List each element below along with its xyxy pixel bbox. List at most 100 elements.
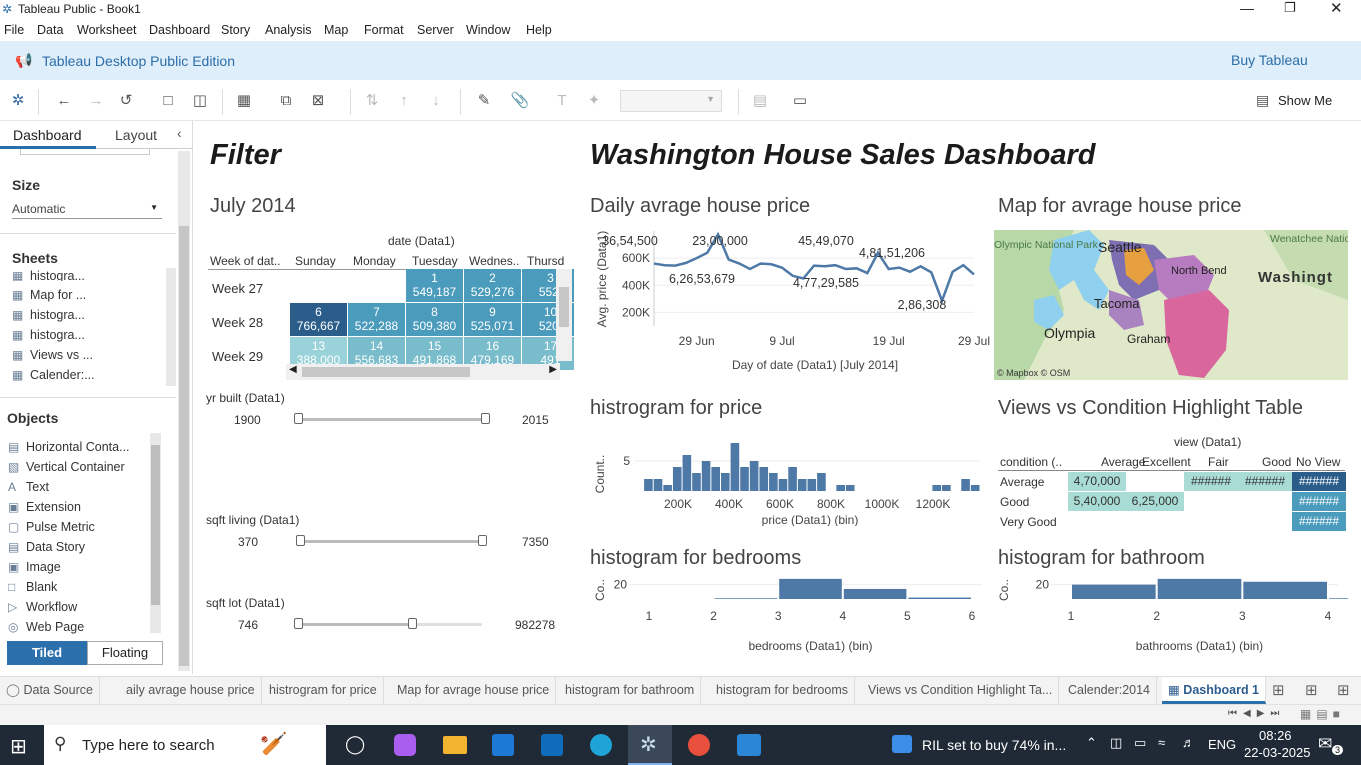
task-view-icon[interactable]: ◯	[345, 734, 365, 755]
object-web-page[interactable]: ◎ Web Page	[8, 620, 84, 638]
bedrooms-histogram[interactable]: 1 2 3 4 5 6 20 Co.. bedrooms (Data1) (bin)	[590, 576, 990, 656]
slider-max-handle[interactable]	[481, 413, 490, 424]
calendar-cell[interactable]: 8 509,380	[406, 303, 464, 337]
menu-format[interactable]: Format	[364, 23, 404, 37]
object-pulse-metric[interactable]: ▢ Pulse Metric	[8, 520, 95, 538]
copilot-icon[interactable]	[394, 734, 416, 756]
menu-analysis[interactable]: Analysis	[265, 23, 312, 37]
highlight-table[interactable]: view (Data1) condition (.. Average Excel…	[998, 426, 1348, 536]
news-ticker[interactable]: RIL set to buy 74% in...	[922, 737, 1066, 753]
calendar-cell[interactable]: 1 549,187	[406, 269, 464, 303]
tab-data-source[interactable]: ◯ Data Source	[0, 677, 100, 704]
object-horizontal-container[interactable]: ▤ Horizontal Conta...	[8, 440, 130, 458]
slider-max-handle[interactable]	[478, 535, 487, 546]
object-image[interactable]: ▣ Image	[8, 560, 61, 578]
highlight-cell[interactable]: ######	[1292, 492, 1346, 511]
outlook-icon[interactable]	[541, 734, 563, 756]
swap-icon[interactable]: ⇅	[362, 91, 382, 111]
range-slider[interactable]	[298, 418, 486, 421]
menu-help[interactable]: Help	[526, 23, 552, 37]
object-text[interactable]: A Text	[8, 480, 49, 498]
menu-story[interactable]: Story	[221, 23, 250, 37]
sheet-item[interactable]: ▦ Views vs ...	[12, 348, 93, 366]
highlight-cell[interactable]: ######	[1184, 472, 1238, 491]
slider-max-handle[interactable]	[408, 618, 418, 629]
size-dropdown[interactable]: Automatic ▼	[12, 201, 162, 219]
battery-icon[interactable]: ▭	[1134, 735, 1146, 751]
calendar-cell[interactable]: 9 525,071	[464, 303, 522, 337]
fit-dropdown[interactable]: ▼	[620, 90, 722, 112]
presentation-icon[interactable]: ▭	[790, 91, 810, 111]
slider-min-handle[interactable]	[294, 618, 303, 629]
edge-icon[interactable]	[590, 734, 612, 756]
menu-window[interactable]: Window	[466, 23, 510, 37]
new-datasource-icon[interactable]: ◫	[190, 91, 210, 111]
highlight-cell[interactable]: 5,40,000	[1068, 492, 1126, 511]
object-extension[interactable]: ▣ Extension	[8, 500, 81, 518]
language-indicator[interactable]: ENG	[1208, 737, 1236, 752]
show-cards-icon[interactable]: ▤	[750, 91, 770, 111]
highlight-cell[interactable]: 6,25,000	[1126, 492, 1184, 511]
scroll-right-icon[interactable]: ▶	[549, 364, 557, 375]
sheets-scrollbar[interactable]	[166, 268, 176, 386]
collapse-panel-icon[interactable]: ‹	[177, 125, 182, 141]
replay-icon[interactable]: ↺	[116, 91, 136, 111]
tab-dashboard[interactable]: Dashboard	[13, 127, 82, 143]
slider-min-handle[interactable]	[296, 535, 305, 546]
floating-button[interactable]: Floating	[87, 641, 163, 665]
photos-icon[interactable]	[737, 734, 761, 756]
menu-map[interactable]: Map	[324, 23, 348, 37]
calendar-cell[interactable]: 6 766,667	[290, 303, 348, 337]
sort-asc-icon[interactable]: ↑	[394, 91, 414, 111]
left-panel-scrollbar[interactable]	[178, 151, 190, 671]
sheet-item[interactable]: ▦ histogra...	[12, 308, 85, 326]
menu-dashboard[interactable]: Dashboard	[149, 23, 210, 37]
file-explorer-icon[interactable]	[443, 736, 467, 754]
tab-dashboard-active[interactable]: ▦ Dashboard 1	[1162, 677, 1267, 704]
bathroom-histogram[interactable]: 1 2 3 4 20 Co.. bathrooms (Data1) (bin)	[994, 576, 1348, 656]
calendar-cell[interactable]: 7 522,288	[348, 303, 406, 337]
highlight-cell[interactable]: 4,70,000	[1068, 472, 1126, 491]
highlight-cell[interactable]: ######	[1292, 472, 1346, 491]
sheet-item[interactable]: ▦ histogra...	[12, 328, 85, 346]
labels-icon[interactable]: T	[552, 91, 572, 111]
minimize-button[interactable]: —	[1240, 0, 1254, 16]
tab-sheet[interactable]: Map for avrage house price	[391, 677, 557, 704]
news-icon[interactable]	[892, 735, 912, 753]
tab-sheet[interactable]: histogram for bedrooms	[710, 677, 856, 704]
object-vertical-container[interactable]: ▧ Vertical Container	[8, 460, 125, 478]
tab-sheet[interactable]: Views vs Condition Highlight Ta...	[862, 677, 1060, 704]
calendar-h-scrollbar[interactable]: ◀ ▶	[286, 364, 560, 380]
new-sheet-icon[interactable]: ▦	[234, 91, 254, 111]
tableau-logo-icon[interactable]: ✲	[8, 91, 28, 111]
tray-device-icon[interactable]: ◫	[1110, 735, 1122, 751]
calendar-cell[interactable]: 2 529,276	[464, 269, 522, 303]
tiled-button[interactable]: Tiled	[7, 641, 87, 665]
clock-date[interactable]: 22-03-2025	[1244, 745, 1311, 760]
house-price-map[interactable]: Seattle Tacoma Olympia Graham North Bend…	[994, 230, 1348, 380]
view-mode-icons[interactable]: ▦▤■	[1300, 707, 1345, 721]
new-dashboard-icon[interactable]: ⊞	[1305, 681, 1318, 699]
menu-data[interactable]: Data	[37, 23, 63, 37]
taskbar-search-box[interactable]: ⚲ Type here to search 🏏	[44, 725, 326, 765]
sheet-item[interactable]: ▦ Map for ...	[12, 288, 86, 306]
clear-sheet-icon[interactable]: ⊠	[308, 91, 328, 111]
store-icon[interactable]	[492, 734, 514, 756]
save-icon[interactable]: □	[158, 91, 178, 111]
highlight-icon[interactable]: ✎	[474, 91, 494, 111]
object-data-story[interactable]: ▤ Data Story	[8, 540, 85, 558]
objects-scrollbar[interactable]	[150, 433, 161, 633]
show-me-button[interactable]: Show Me	[1278, 93, 1332, 108]
sheet-navigation-icons[interactable]: ⏮◀▶⏭	[1228, 708, 1285, 719]
range-slider[interactable]	[300, 540, 484, 543]
tableau-taskbar-button[interactable]: ✲	[628, 725, 672, 765]
menu-file[interactable]: File	[4, 23, 24, 37]
sheet-item[interactable]: ▦ Calender:...	[12, 368, 95, 386]
buy-tableau-link[interactable]: Buy Tableau	[1231, 52, 1308, 68]
object-blank[interactable]: □ Blank	[8, 580, 57, 598]
new-story-icon[interactable]: ⊞	[1337, 681, 1350, 699]
redo-icon[interactable]: →	[86, 91, 106, 111]
tab-sheet[interactable]: aily avrage house price	[120, 677, 262, 704]
calendar-heatmap[interactable]: date (Data1) Week of dat.. Sunday Monday…	[204, 231, 574, 381]
slider-min-handle[interactable]	[294, 413, 303, 424]
